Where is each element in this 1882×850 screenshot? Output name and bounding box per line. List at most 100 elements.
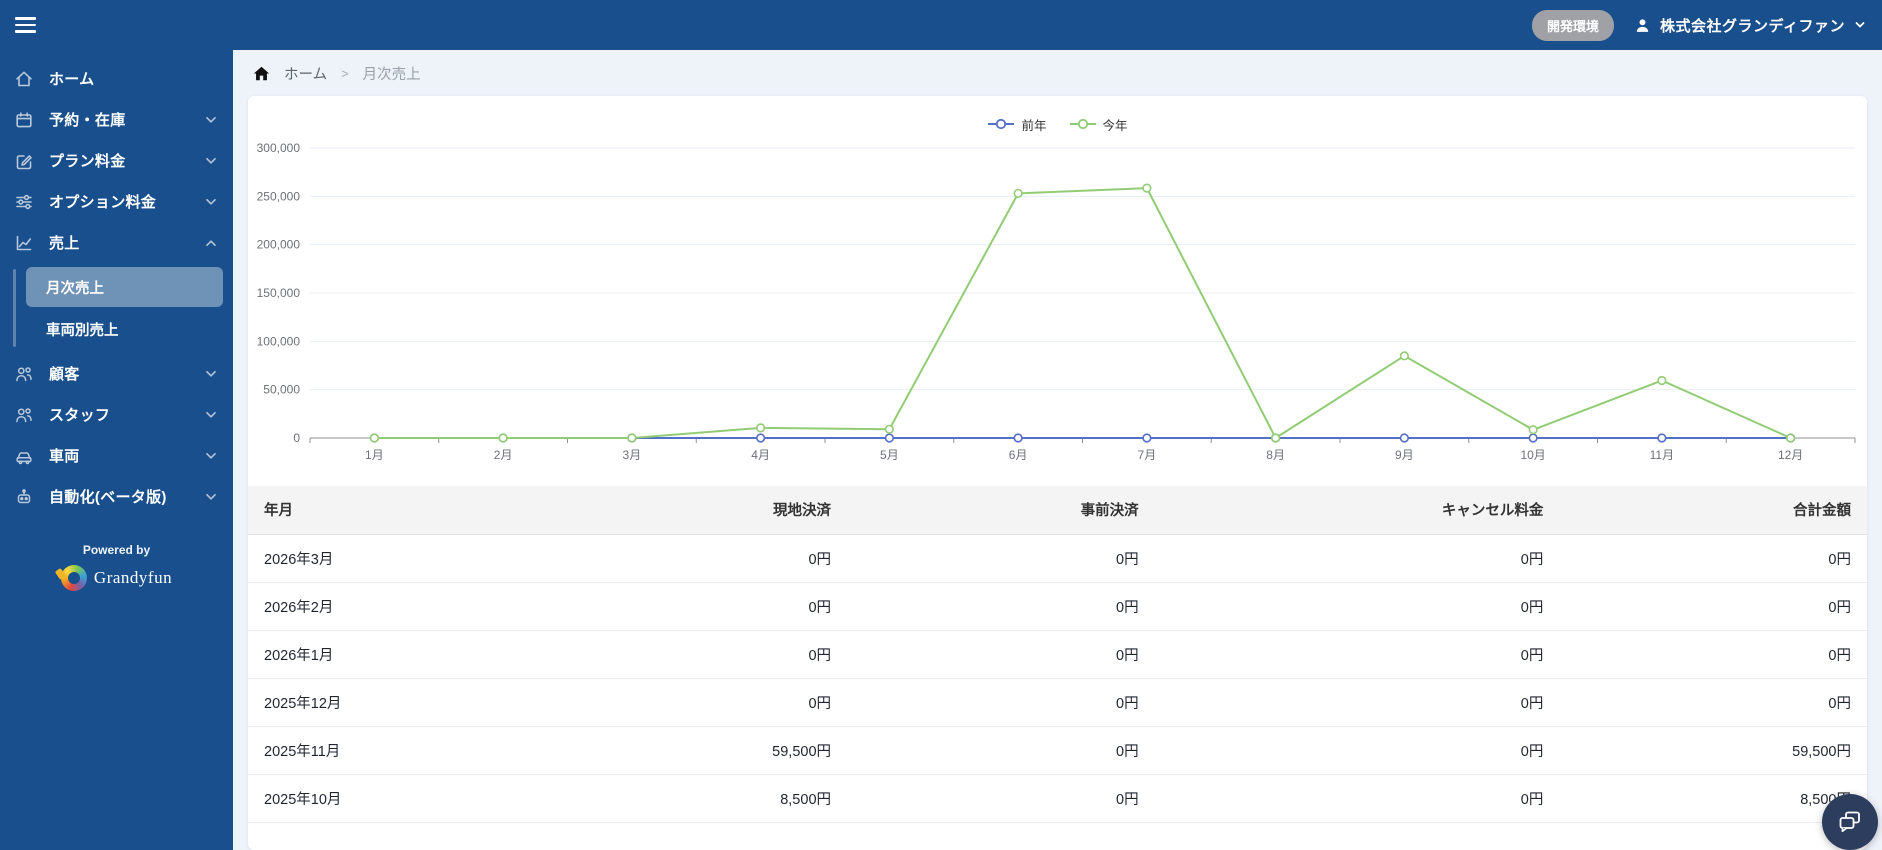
y-tick-label: 50,000 <box>263 383 300 397</box>
cell-cancel-fee: 0円 <box>1154 582 1560 631</box>
x-tick-label: 11月 <box>1650 448 1674 462</box>
table-row: 2026年3月 0円 0円 0円 0円 <box>248 534 1867 583</box>
cell-prepaid-payment: 0円 <box>847 582 1155 631</box>
cell-cancel-fee: 0円 <box>1154 726 1560 775</box>
home-icon[interactable] <box>253 65 270 82</box>
sliders-icon <box>14 192 34 212</box>
y-tick-label: 250,000 <box>257 189 301 203</box>
breadcrumb-home-link[interactable]: ホーム <box>284 63 327 84</box>
sidebar-item-label: プラン料金 <box>49 153 126 170</box>
sidebar-item-1[interactable]: 予約・在庫 <box>0 99 233 140</box>
sidebar-footer: Powered by Grandyfun <box>0 543 233 591</box>
table-row: 2025年12月 0円 0円 0円 0円 <box>248 678 1867 727</box>
cell-year-month: 2026年1月 <box>248 630 605 679</box>
chevron-down-icon <box>1854 19 1866 31</box>
cell-prepaid-payment: 0円 <box>847 630 1155 679</box>
cell-onsite-payment: 0円 <box>604 582 848 631</box>
legend-item-前年[interactable]: 前年 <box>987 115 1047 134</box>
edit-icon <box>14 151 34 171</box>
cell-onsite-payment: 59,500円 <box>604 726 848 775</box>
monthly-sales-line-chart: 0 50,000 100,000 150,000 200,000 250,000 300,0… <box>257 141 1856 462</box>
sidebar-item-label: スタッフ <box>49 407 111 424</box>
data-point-今年 <box>1786 433 1796 443</box>
topbar: 開発環境 株式会社グランディファン <box>233 0 1882 50</box>
cell-total-amount: 0円 <box>1559 534 1867 583</box>
cell-cancel-fee: 0円 <box>1154 630 1560 679</box>
sidebar-subitem-車両別売上[interactable]: 車両別売上 <box>26 309 223 349</box>
cell-cancel-fee: 0円 <box>1154 534 1560 583</box>
cell-prepaid-payment: 0円 <box>847 678 1155 727</box>
table-row: 2026年2月 0円 0円 0円 0円 <box>248 582 1867 631</box>
sidebar-item-7[interactable]: 車両 <box>0 435 233 476</box>
table-row: 2025年11月 59,500円 0円 0円 59,500円 <box>248 726 1867 775</box>
data-point-今年 <box>756 423 766 433</box>
sidebar-item-0[interactable]: ホーム <box>0 58 233 99</box>
environment-badge: 開発環境 <box>1532 9 1615 41</box>
grandyfun-logo-icon <box>60 565 87 591</box>
cell-prepaid-payment: 0円 <box>847 726 1155 775</box>
staff-icon <box>14 405 34 425</box>
data-point-今年 <box>1013 188 1023 199</box>
x-tick-label: 1月 <box>365 448 384 462</box>
sidebar-item-4[interactable]: 売上 <box>0 222 233 263</box>
chart-section: 前年 今年 0 50,000 100,000 150,000 200,000 250,000… <box>248 96 1867 478</box>
table-row: 2026年1月 0円 0円 0円 0円 <box>248 630 1867 679</box>
breadcrumb-separator: > <box>341 65 349 81</box>
data-point-今年 <box>1399 351 1409 361</box>
sidebar-subitem-月次売上[interactable]: 月次売上 <box>26 267 223 307</box>
data-point-前年 <box>756 433 766 443</box>
powered-by-label: Powered by <box>82 543 151 557</box>
legend-item-今年[interactable]: 今年 <box>1069 115 1128 134</box>
cell-cancel-fee: 0円 <box>1154 774 1560 823</box>
sidebar-item-label: 顧客 <box>49 366 80 383</box>
cell-year-month: 2026年3月 <box>248 534 605 583</box>
y-tick-label: 0 <box>293 431 300 445</box>
data-point-前年 <box>1399 433 1409 443</box>
account-menu[interactable]: 株式会社グランディファン <box>1634 15 1866 36</box>
sidebar-item-label: 車両 <box>49 448 80 465</box>
data-point-前年 <box>884 433 894 443</box>
sidebar-item-5[interactable]: 顧客 <box>0 353 233 394</box>
sidebar-item-label: 自動化(ベータ版) <box>49 489 167 506</box>
brand-row: Grandyfun <box>60 565 173 591</box>
legend-label: 今年 <box>1102 118 1128 133</box>
brand-name: Grandyfun <box>93 568 173 587</box>
sidebar-item-3[interactable]: オプション料金 <box>0 181 233 222</box>
cell-total-amount: 0円 <box>1559 630 1867 679</box>
x-tick-label: 6月 <box>1009 448 1028 462</box>
sidebar-nav: ホーム 予約・在庫 プラン料金 オプション料金 売上 月次売上 車両別売上 顧客… <box>0 50 233 517</box>
x-tick-label: 8月 <box>1266 448 1285 462</box>
chevron-down-icon <box>205 450 217 462</box>
menu-toggle-button[interactable] <box>0 0 233 50</box>
sidebar-item-8[interactable]: 自動化(ベータ版) <box>0 476 233 517</box>
chat-bubbles-icon <box>1836 808 1864 836</box>
column-header-3: キャンセル料金 <box>1154 486 1560 535</box>
sidebar-item-2[interactable]: プラン料金 <box>0 140 233 181</box>
legend-marker-icon <box>988 118 1015 130</box>
x-tick-label: 10月 <box>1520 448 1545 462</box>
cell-onsite-payment: 8,500円 <box>604 774 848 823</box>
y-tick-label: 300,000 <box>257 141 301 155</box>
column-header-0: 年月 <box>248 486 605 535</box>
legend-marker-icon <box>1069 118 1096 130</box>
chevron-down-icon <box>205 196 217 208</box>
chevron-down-icon <box>205 155 217 167</box>
sidebar-item-6[interactable]: スタッフ <box>0 394 233 435</box>
data-point-前年 <box>1013 433 1023 443</box>
x-tick-label: 5月 <box>880 448 899 462</box>
sidebar: ホーム 予約・在庫 プラン料金 オプション料金 売上 月次売上 車両別売上 顧客… <box>0 0 233 850</box>
chat-support-button[interactable] <box>1822 794 1878 850</box>
y-tick-label: 150,000 <box>257 286 301 300</box>
cell-total-amount: 0円 <box>1559 678 1867 727</box>
chevron-up-icon <box>205 237 217 249</box>
cell-prepaid-payment: 0円 <box>847 534 1155 583</box>
hamburger-icon <box>15 17 36 33</box>
table-row: 2025年10月 8,500円 0円 0円 8,500円 <box>248 774 1867 823</box>
user-icon <box>1634 17 1651 34</box>
cell-year-month: 2026年2月 <box>248 582 605 631</box>
data-point-前年 <box>1528 433 1538 443</box>
cell-total-amount: 59,500円 <box>1559 726 1867 775</box>
data-point-前年 <box>1142 433 1152 443</box>
sidebar-item-label: オプション料金 <box>49 194 157 211</box>
column-header-4: 合計金額 <box>1559 486 1867 535</box>
